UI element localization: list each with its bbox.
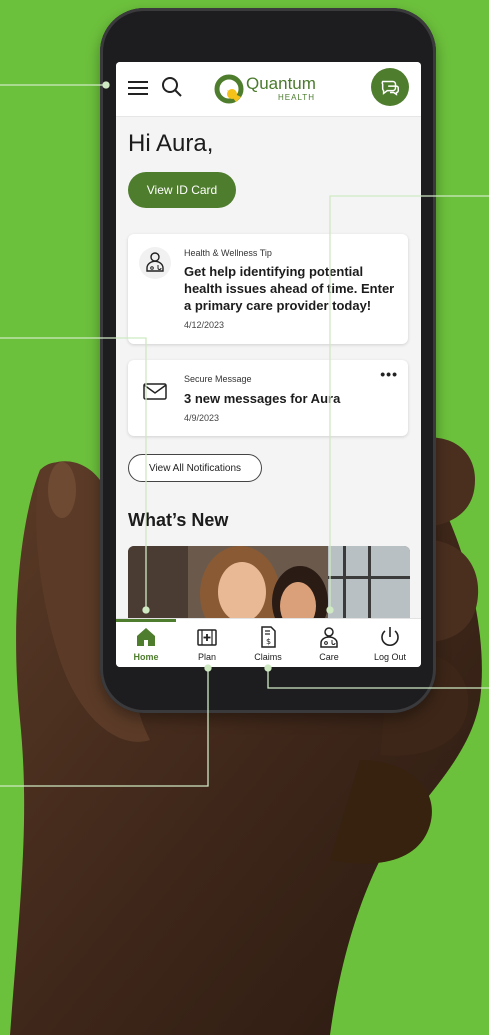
quantum-health-logo: Quantum HEALTH	[214, 72, 334, 106]
nav-label: Plan	[197, 652, 216, 662]
chat-button[interactable]	[371, 68, 409, 106]
notification-headline: Get help identifying potential health is…	[184, 264, 395, 313]
whats-new-heading: What’s New	[128, 510, 229, 530]
nav-item-log-out[interactable]: Log Out	[360, 619, 420, 667]
view-all-notifications-button[interactable]: View All Notifications	[128, 454, 262, 482]
care-icon	[320, 627, 338, 648]
bottom-navigation: Home Plan $ Claims Care Log Out	[116, 618, 421, 667]
doctor-icon	[139, 247, 171, 279]
hamburger-menu-icon[interactable]	[126, 76, 150, 100]
top-app-bar: Quantum HEALTH	[116, 62, 421, 117]
app-screen: Quantum HEALTH Hi Aura, View ID Card Hea…	[116, 62, 421, 667]
view-id-card-button[interactable]: View ID Card	[128, 172, 236, 208]
nav-label: Log Out	[373, 652, 407, 662]
logo-mark-icon	[214, 74, 244, 104]
notification-card-secure-message[interactable]: Secure Message 3 new messages for Aura 4…	[128, 360, 408, 436]
logo-name: Quantum	[246, 74, 316, 93]
svg-text:$: $	[266, 637, 271, 646]
nav-label: Care	[319, 652, 339, 662]
nav-item-claims[interactable]: $ Claims	[238, 619, 298, 667]
more-options-icon[interactable]: •••	[380, 366, 398, 382]
envelope-icon	[143, 383, 167, 400]
notification-date: 4/12/2023	[184, 320, 225, 330]
plan-icon	[197, 629, 217, 646]
power-icon	[381, 627, 399, 646]
active-indicator	[116, 619, 176, 622]
nav-item-plan[interactable]: Plan	[177, 619, 237, 667]
notification-category: Secure Message	[184, 374, 252, 384]
nav-item-care[interactable]: Care	[299, 619, 359, 667]
nav-label: Claims	[254, 652, 282, 662]
claims-icon: $	[261, 626, 276, 648]
notification-card-wellness-tip[interactable]: Health & Wellness Tip Get help identifyi…	[128, 234, 408, 344]
notification-category: Health & Wellness Tip	[184, 248, 272, 258]
whats-new-photo[interactable]	[128, 546, 410, 622]
notification-headline: 3 new messages for Aura	[184, 391, 341, 406]
home-icon	[137, 628, 155, 646]
greeting-heading: Hi Aura,	[128, 130, 214, 157]
nav-label: Home	[133, 652, 159, 662]
chat-bubbles-icon	[381, 80, 399, 96]
nav-item-home[interactable]: Home	[116, 619, 176, 667]
search-icon[interactable]	[160, 75, 184, 99]
notification-date: 4/9/2023	[184, 413, 220, 423]
logo-subtitle: HEALTH	[278, 93, 315, 102]
